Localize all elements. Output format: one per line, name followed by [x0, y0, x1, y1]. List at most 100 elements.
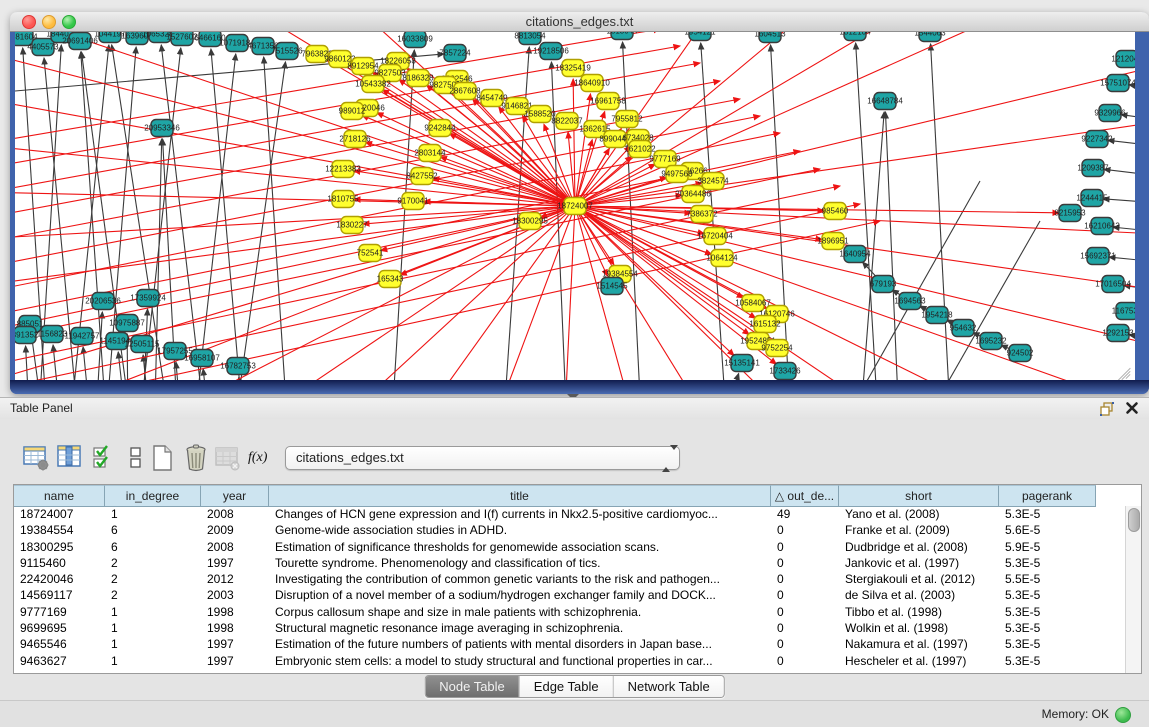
table-cell[interactable]: 5.9E-5 [999, 539, 1096, 555]
network-edge[interactable] [560, 206, 575, 380]
table-cell[interactable]: 5.3E-5 [999, 653, 1096, 669]
table-cell[interactable]: 9465546 [14, 636, 105, 652]
table-cell[interactable]: 1998 [201, 604, 269, 620]
network-edge[interactable] [264, 57, 300, 380]
table-cell[interactable]: Stergiakouli et al. (2012) [839, 571, 999, 587]
paper-node-teal[interactable]: 679193 [870, 276, 897, 293]
table-row[interactable]: 946554611997Estimation of the future num… [14, 636, 1126, 652]
table-cell[interactable]: 2 [105, 555, 201, 571]
paper-node-teal[interactable]: 7515526 [271, 43, 303, 60]
table-row[interactable]: 1938455462009Genome-wide association stu… [14, 522, 1126, 538]
table-cell[interactable]: 9777169 [14, 604, 105, 620]
table-cell[interactable]: Franke et al. (2009) [839, 522, 999, 538]
paper-node-teal[interactable]: 1527602 [166, 32, 198, 46]
table-cell[interactable]: 1997 [201, 653, 269, 669]
paper-node-yellow[interactable]: 16720404 [697, 228, 733, 245]
clear-selection-icon[interactable] [122, 443, 150, 473]
table-cell[interactable]: 19384554 [14, 522, 105, 538]
table-cell[interactable]: 5.5E-5 [999, 571, 1096, 587]
network-edge[interactable] [260, 206, 575, 380]
paper-node-teal[interactable]: 8813054 [514, 32, 546, 45]
network-window-titlebar[interactable]: citations_edges.txt [10, 12, 1149, 32]
table-cell[interactable]: 0 [771, 555, 839, 571]
table-cell[interactable]: 22420046 [14, 571, 105, 587]
table-cell[interactable]: 1997 [201, 636, 269, 652]
tab-node-table[interactable]: Node Table [425, 676, 519, 697]
select-all-icon[interactable] [90, 443, 118, 473]
table-cell[interactable]: Estimation of the future numbers of pati… [269, 636, 771, 652]
table-cell[interactable]: Disruption of a novel member of a sodium… [269, 587, 771, 603]
table-cell[interactable]: 1 [105, 506, 201, 522]
network-edge[interactable] [26, 346, 40, 380]
show-columns-icon[interactable] [56, 443, 84, 473]
table-cell[interactable]: 0 [771, 522, 839, 538]
paper-node-teal[interactable]: 1244415 [1076, 190, 1108, 207]
paper-node-teal[interactable]: 1695232 [975, 333, 1007, 350]
resize-grip-icon[interactable] [1117, 362, 1132, 377]
network-edge[interactable] [1104, 169, 1135, 181]
network-edge[interactable] [575, 32, 1100, 206]
tab-network-table[interactable]: Network Table [613, 676, 724, 697]
table-cell[interactable]: Dudbridge et al. (2008) [839, 539, 999, 555]
table-row[interactable]: 1872400712008Changes of HCN gene express… [14, 506, 1126, 522]
table-cell[interactable]: Changes of HCN gene expression and I(f) … [269, 506, 771, 522]
paper-node-teal[interactable]: 1212044 [1111, 51, 1135, 68]
table-row[interactable]: 946362711997Embryonic stem cells: a mode… [14, 653, 1126, 669]
paper-node-yellow[interactable]: 2718126 [339, 131, 371, 148]
table-row[interactable]: 969969511998Structural magnetic resonanc… [14, 620, 1126, 636]
paper-node-teal[interactable]: 1209387 [1077, 160, 1109, 177]
table-cell[interactable]: 6 [105, 522, 201, 538]
paper-node-teal[interactable]: 924502 [1007, 345, 1034, 362]
paper-node-yellow[interactable]: 12213383 [325, 161, 361, 178]
paper-node-yellow[interactable]: 2803144 [414, 145, 446, 162]
delete-entries-icon[interactable] [182, 443, 210, 473]
paper-node-teal[interactable]: 16782753 [220, 358, 256, 375]
table-cell[interactable]: 5.3E-5 [999, 620, 1096, 636]
network-edge[interactable] [203, 369, 230, 380]
paper-node-teal[interactable]: 9329966 [1094, 105, 1126, 122]
paper-node-teal[interactable]: 15751074 [1100, 75, 1135, 92]
paper-node-yellow[interactable]: 16961758 [590, 93, 626, 110]
network-edge[interactable] [1103, 199, 1135, 206]
table-cell[interactable]: Investigating the contribution of common… [269, 571, 771, 587]
table-cell[interactable]: Structural magnetic resonance image aver… [269, 620, 771, 636]
paper-node-yellow[interactable]: 165343 [377, 271, 404, 288]
column-header-pagerank[interactable]: pagerank [999, 485, 1096, 506]
paper-node-yellow[interactable]: 9752254 [761, 340, 793, 357]
table-cell[interactable]: 0 [771, 571, 839, 587]
table-cell[interactable]: Estimation of significance thresholds fo… [269, 539, 771, 555]
paper-node-teal[interactable]: 1544063 [914, 32, 946, 42]
table-cell[interactable]: 5.6E-5 [999, 522, 1096, 538]
table-cell[interactable]: 2008 [201, 539, 269, 555]
paper-node-yellow[interactable]: 989012 [339, 103, 366, 120]
table-cell[interactable]: 2008 [201, 506, 269, 522]
network-edge[interactable] [575, 206, 1135, 380]
paper-node-yellow[interactable]: 1896951 [817, 233, 849, 250]
table-cell[interactable]: 2 [105, 571, 201, 587]
table-row[interactable]: 1830029562008Estimation of significance … [14, 539, 1126, 555]
close-panel-icon[interactable] [1125, 401, 1139, 415]
paper-node-yellow[interactable]: 8427552 [406, 168, 438, 185]
paper-node-yellow[interactable]: 1810755 [327, 191, 359, 208]
table-cell[interactable]: Genome-wide association studies in ADHD. [269, 522, 771, 538]
table-cell[interactable]: 0 [771, 653, 839, 669]
table-select-dropdown[interactable]: citations_edges.txt [285, 446, 680, 470]
table-cell[interactable]: 9463627 [14, 653, 105, 669]
table-cell[interactable]: 5.3E-5 [999, 604, 1096, 620]
table-cell[interactable]: de Silva et al. (2003) [839, 587, 999, 603]
table-cell[interactable]: 18724007 [14, 506, 105, 522]
paper-node-teal[interactable]: 1733426 [769, 363, 801, 380]
table-cell[interactable]: Tourette syndrome. Phenomenology and cla… [269, 555, 771, 571]
table-cell[interactable]: 2003 [201, 587, 269, 603]
table-cell[interactable]: 0 [771, 587, 839, 603]
column-header-out_de[interactable]: △ out_de... [771, 485, 839, 506]
paper-node-yellow[interactable]: 1830227 [336, 217, 368, 234]
table-cell[interactable]: 2009 [201, 522, 269, 538]
table-cell[interactable]: 1 [105, 636, 201, 652]
paper-node-teal[interactable]: 9227342 [1081, 131, 1113, 148]
table-cell[interactable]: Wolkin et al. (1998) [839, 620, 999, 636]
paper-node-teal[interactable]: 1604513 [754, 32, 786, 43]
paper-node-teal[interactable]: 8215953 [1054, 205, 1086, 222]
paper-node-yellow[interactable]: 8822037 [551, 113, 583, 130]
table-mode-icon[interactable] [22, 443, 50, 473]
